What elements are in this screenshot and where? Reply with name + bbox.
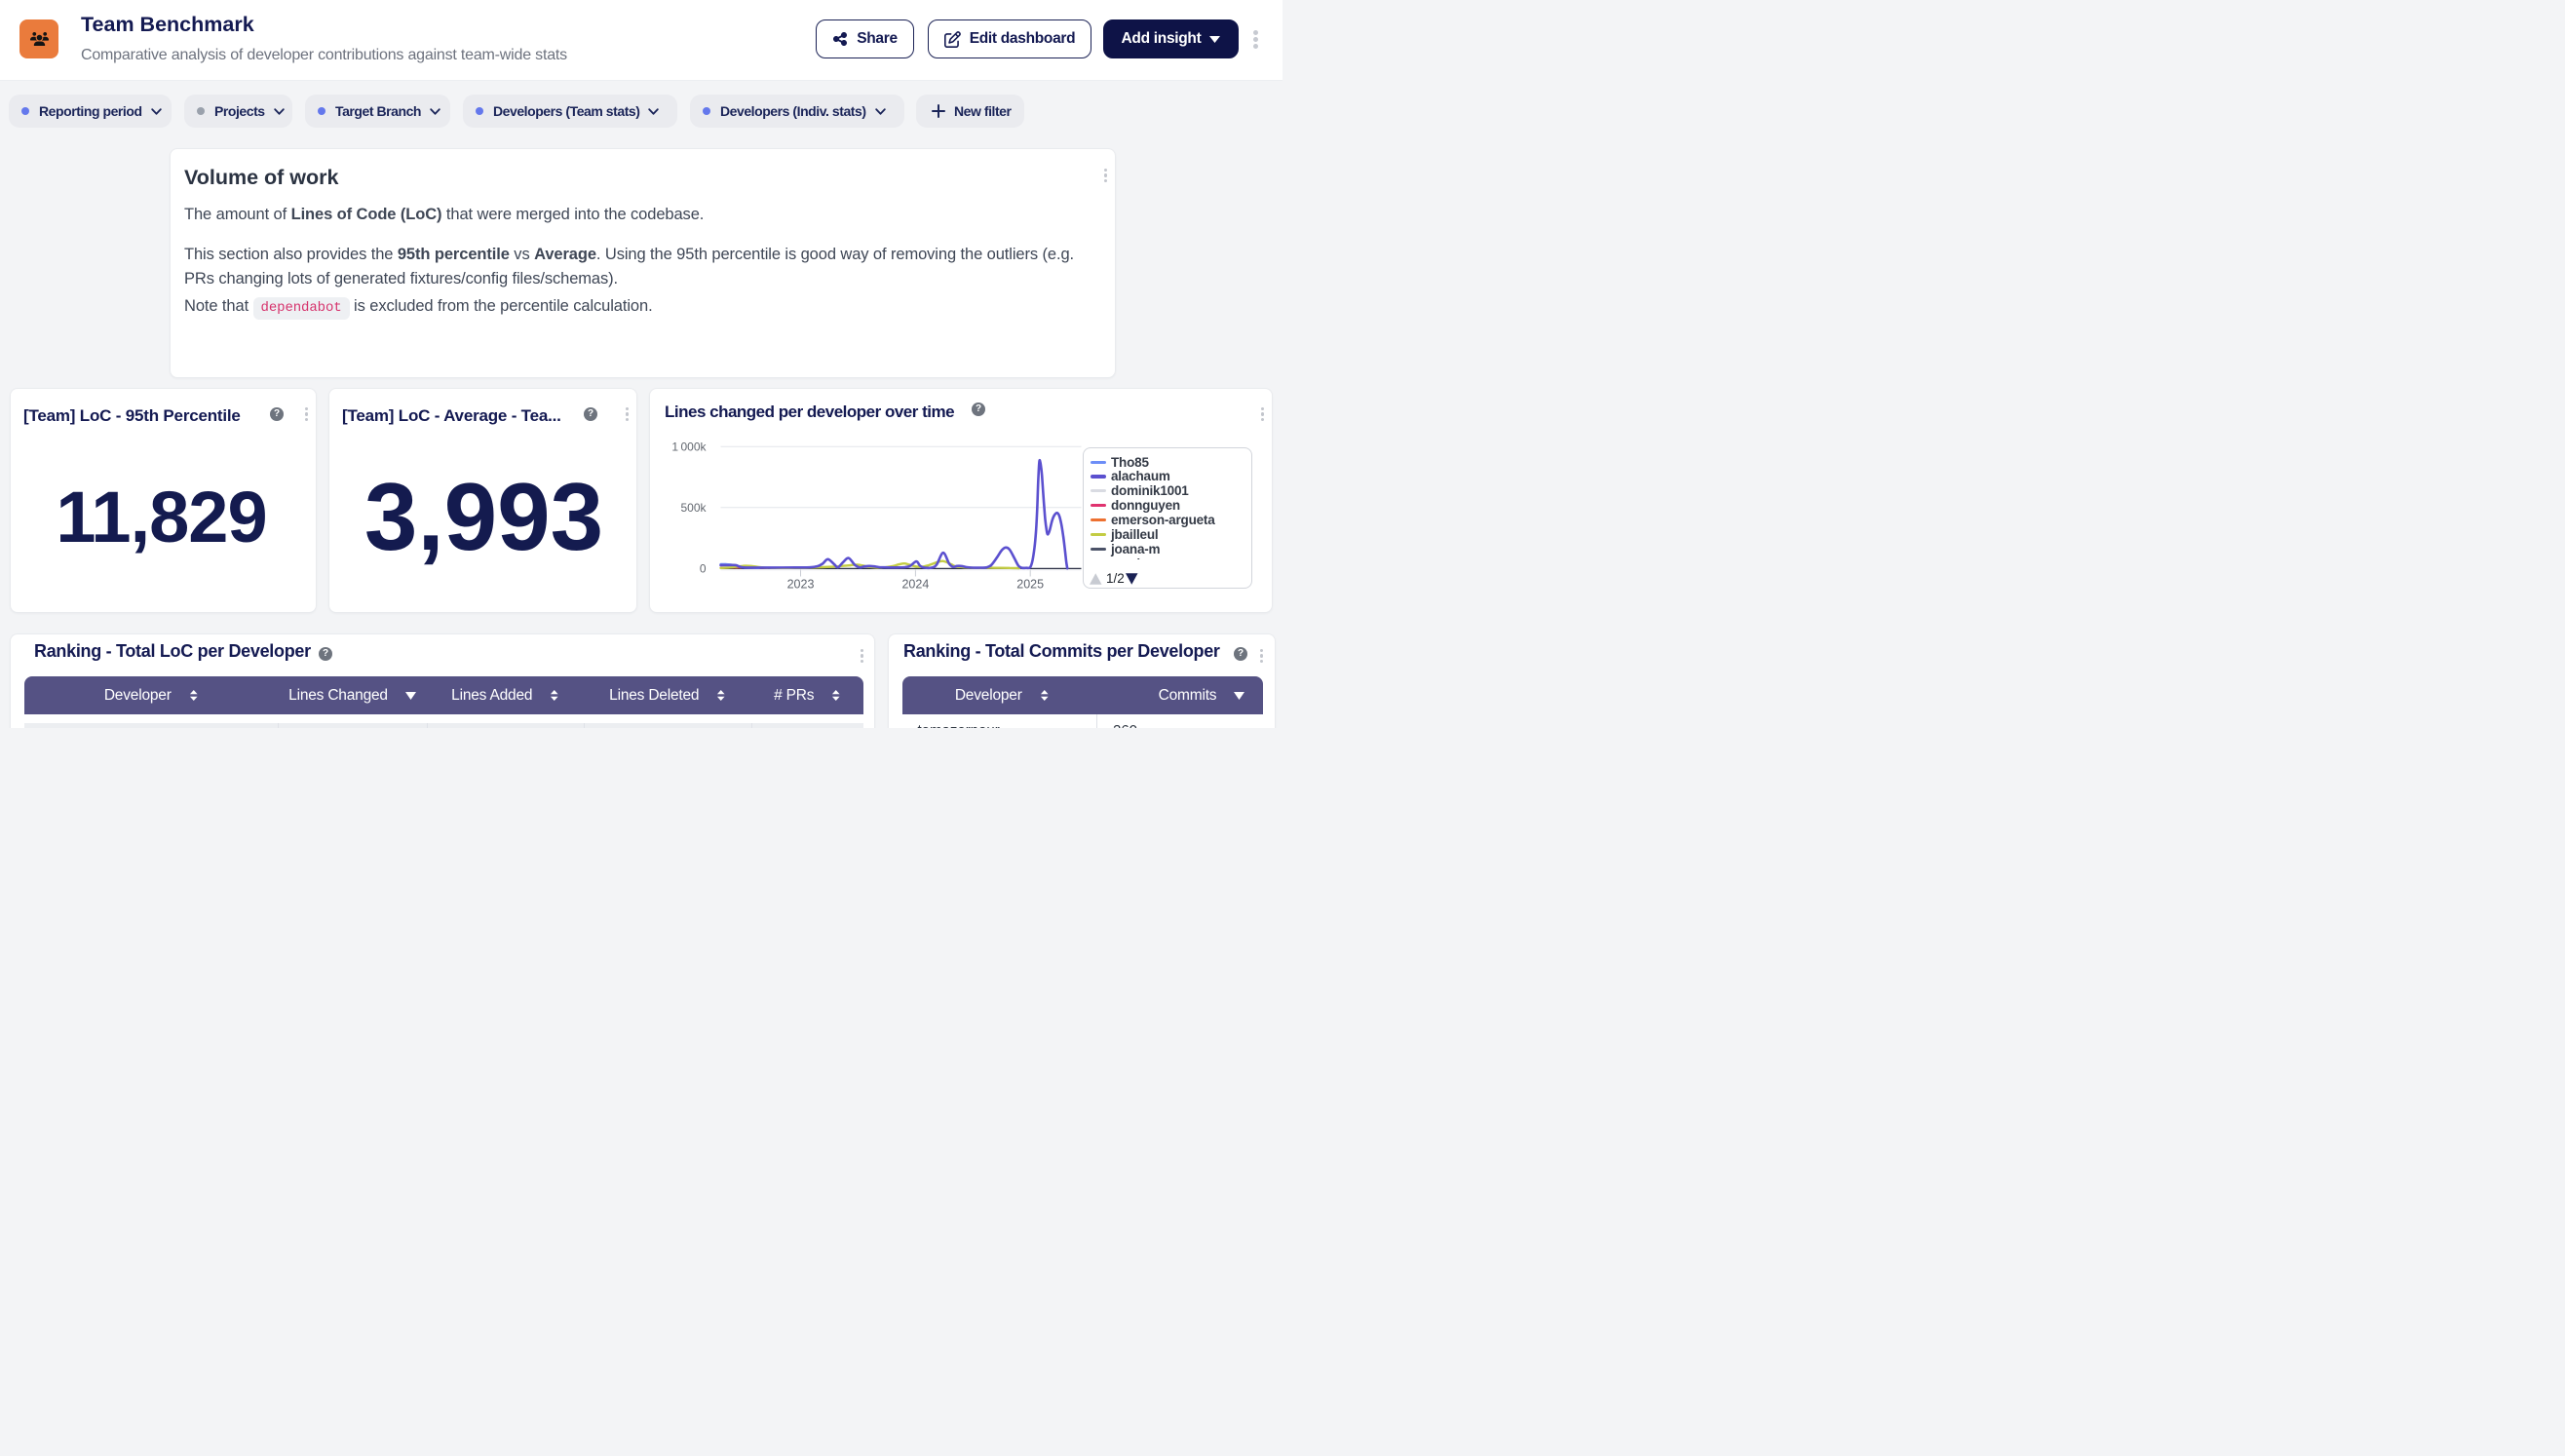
svg-text:0: 0 (700, 562, 707, 576)
svg-text:2025: 2025 (1016, 578, 1044, 592)
svg-text:500k: 500k (680, 501, 707, 515)
svg-text:1 000k: 1 000k (671, 440, 707, 453)
svg-text:2023: 2023 (787, 578, 815, 592)
svg-text:2024: 2024 (901, 578, 929, 592)
